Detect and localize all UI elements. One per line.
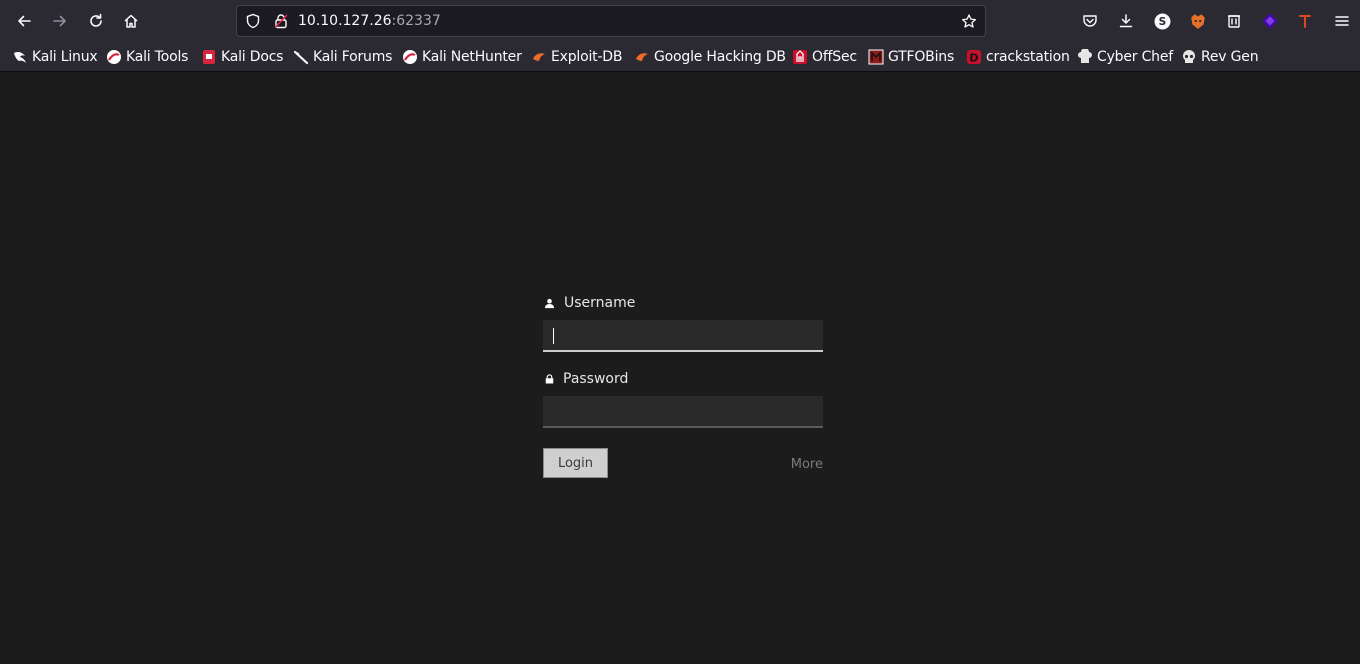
gtfobins-icon [868,49,884,65]
more-link[interactable]: More [791,457,823,472]
bookmark-label: Google Hacking DB [654,49,786,65]
bookmark-label: Kali Forums [313,49,393,65]
bookmark-gtfobins[interactable]: GTFOBins [868,48,954,66]
cyberchef-icon [1077,49,1093,65]
text-caret [553,328,554,344]
user-icon [543,297,555,309]
bookmark-cyber-chef[interactable]: Cyber Chef [1077,48,1173,66]
downloads-icon[interactable] [1116,11,1136,31]
arrow-left-icon [18,15,31,27]
browser-toolbar: 10.10.127.26:62337 S [0,0,1360,42]
bookmarks-toolbar: Kali Linux Kali Tools Kali Docs Kali For… [0,42,1360,72]
bookmark-google-hacking-db[interactable]: Google Hacking DB [634,48,786,66]
bookmark-label: Kali Tools [126,49,189,65]
bookmark-exploit-db[interactable]: Exploit-DB [531,48,622,66]
username-label-text: Username [564,295,636,311]
kali-dragon-icon [12,49,28,65]
tracking-protection-shield-icon[interactable] [245,13,261,29]
forward-button[interactable] [44,5,76,37]
bookmark-kali-tools[interactable]: Kali Tools [106,48,188,66]
home-button[interactable] [115,5,147,37]
password-input[interactable] [543,396,823,428]
username-input[interactable] [543,320,823,352]
login-button[interactable]: Login [543,448,608,478]
url-text[interactable]: 10.10.127.26:62337 [298,12,441,30]
url-bar[interactable]: 10.10.127.26:62337 [236,5,986,37]
page-content: Username Password Login More [0,72,1360,664]
home-icon [124,14,138,28]
bookmark-kali-docs[interactable]: Kali Docs [201,48,283,66]
username-field-wrap [543,320,823,352]
url-port: :62337 [391,13,441,29]
bookmark-label: Rev Gen [1201,49,1259,65]
skull-icon [1181,49,1197,65]
bookmark-label: crackstation [986,49,1070,65]
password-label-text: Password [563,371,629,387]
bookmark-kali-forums[interactable]: Kali Forums [293,48,392,66]
password-label: Password [543,368,823,390]
login-actions: Login More [543,448,823,480]
extension-wappalyzer-icon[interactable] [1260,11,1280,31]
extension-s-icon[interactable]: S [1152,11,1172,31]
svg-text:D: D [969,52,978,65]
ghdb-icon [634,49,650,65]
bookmark-label: Kali Docs [221,49,284,65]
reload-icon [90,13,102,27]
kali-docs-icon [201,49,217,65]
reload-button[interactable] [80,5,112,37]
back-button[interactable] [8,5,40,37]
bookmark-label: Exploit-DB [551,49,623,65]
kali-tools-icon [106,49,122,65]
arrow-right-icon [53,15,66,27]
svg-text:S: S [1158,15,1166,28]
lock-icon [543,373,555,385]
crackstation-icon: D [966,49,982,65]
menu-hamburger-icon[interactable] [1332,11,1352,31]
bookmark-kali-linux[interactable]: Kali Linux [12,48,98,66]
password-field-wrap [543,396,823,428]
exploit-db-icon [531,49,547,65]
bookmark-star-icon[interactable] [961,13,977,29]
extension-fox-icon[interactable] [1188,11,1208,31]
bookmark-kali-nethunter[interactable]: Kali NetHunter [402,48,522,66]
extension-cookie-icon[interactable] [1224,11,1244,31]
pocket-icon[interactable] [1080,11,1100,31]
bookmark-rev-gen[interactable]: Rev Gen [1181,48,1259,66]
bookmark-offsec[interactable]: OffSec [792,48,857,66]
bookmark-crackstation[interactable]: D crackstation [966,48,1070,66]
bookmark-label: Kali Linux [32,49,98,65]
insecure-lock-icon[interactable] [273,13,289,29]
bookmark-label: GTFOBins [888,49,955,65]
extension-t-icon[interactable] [1295,11,1315,31]
username-label: Username [543,292,823,314]
kali-forums-icon [293,49,309,65]
bookmark-label: OffSec [812,49,857,65]
login-form: Username Password Login More [543,292,823,480]
offsec-icon [792,49,808,65]
bookmark-label: Cyber Chef [1097,49,1173,65]
bookmark-label: Kali NetHunter [422,49,522,65]
url-host: 10.10.127.26 [298,13,392,29]
kali-nethunter-icon [402,49,418,65]
